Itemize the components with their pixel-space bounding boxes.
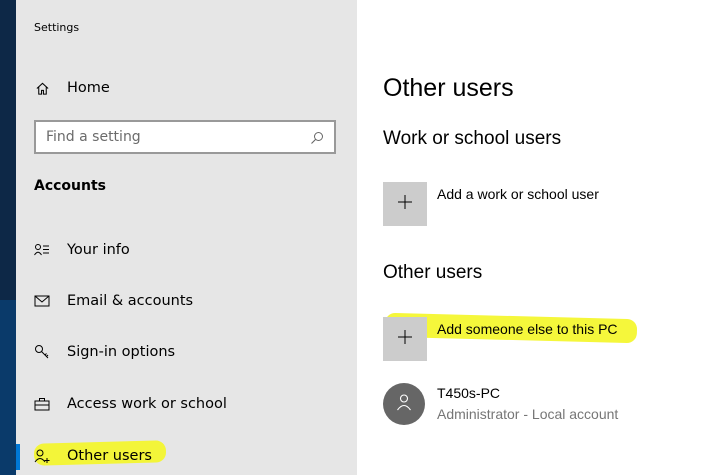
home-icon (34, 80, 50, 96)
sidebar-item-sign-in-options[interactable]: Sign-in options (16, 332, 357, 372)
page-title: Other users (383, 74, 514, 102)
work-school-heading: Work or school users (383, 128, 562, 149)
sidebar-item-label: Email & accounts (67, 293, 194, 309)
add-work-school-user-button[interactable] (383, 182, 427, 226)
person-lines-icon (34, 242, 50, 258)
other-users-heading: Other users (383, 262, 483, 283)
sidebar-item-other-users[interactable]: Other users (16, 436, 357, 476)
envelope-icon (34, 293, 50, 309)
sidebar: Settings Home Accounts Your info Email &… (16, 0, 357, 475)
sidebar-item-email-accounts[interactable]: Email & accounts (16, 281, 357, 321)
key-icon (34, 344, 50, 360)
plus-icon (397, 329, 413, 349)
plus-icon (397, 194, 413, 214)
sidebar-item-access-work-school[interactable]: Access work or school (16, 384, 357, 424)
sidebar-item-label: Sign-in options (67, 344, 176, 360)
window-title: Settings (34, 21, 80, 34)
sidebar-item-home[interactable]: Home (16, 68, 357, 108)
add-someone-else-button[interactable] (383, 317, 427, 361)
sidebar-item-your-info[interactable]: Your info (16, 230, 357, 270)
sidebar-item-label: Home (67, 80, 110, 96)
add-work-school-user-link[interactable]: Add a work or school user (437, 186, 599, 202)
user-role: Administrator - Local account (437, 406, 619, 422)
avatar[interactable] (383, 383, 425, 425)
main-content: Other users Work or school users Add a w… (357, 0, 715, 475)
briefcase-icon (34, 396, 50, 412)
sidebar-item-label: Your info (67, 242, 130, 258)
add-someone-else-link[interactable]: Add someone else to this PC (437, 321, 618, 337)
sidebar-item-label: Other users (67, 448, 152, 464)
search-input[interactable] (36, 122, 310, 152)
section-heading: Accounts (34, 178, 107, 194)
user-name[interactable]: T450s-PC (437, 385, 500, 401)
person-icon (396, 393, 412, 415)
search-box (34, 120, 336, 154)
person-add-icon (34, 448, 50, 464)
desktop-edge (0, 0, 16, 475)
search-icon[interactable] (310, 130, 324, 144)
sidebar-item-label: Access work or school (67, 396, 227, 412)
